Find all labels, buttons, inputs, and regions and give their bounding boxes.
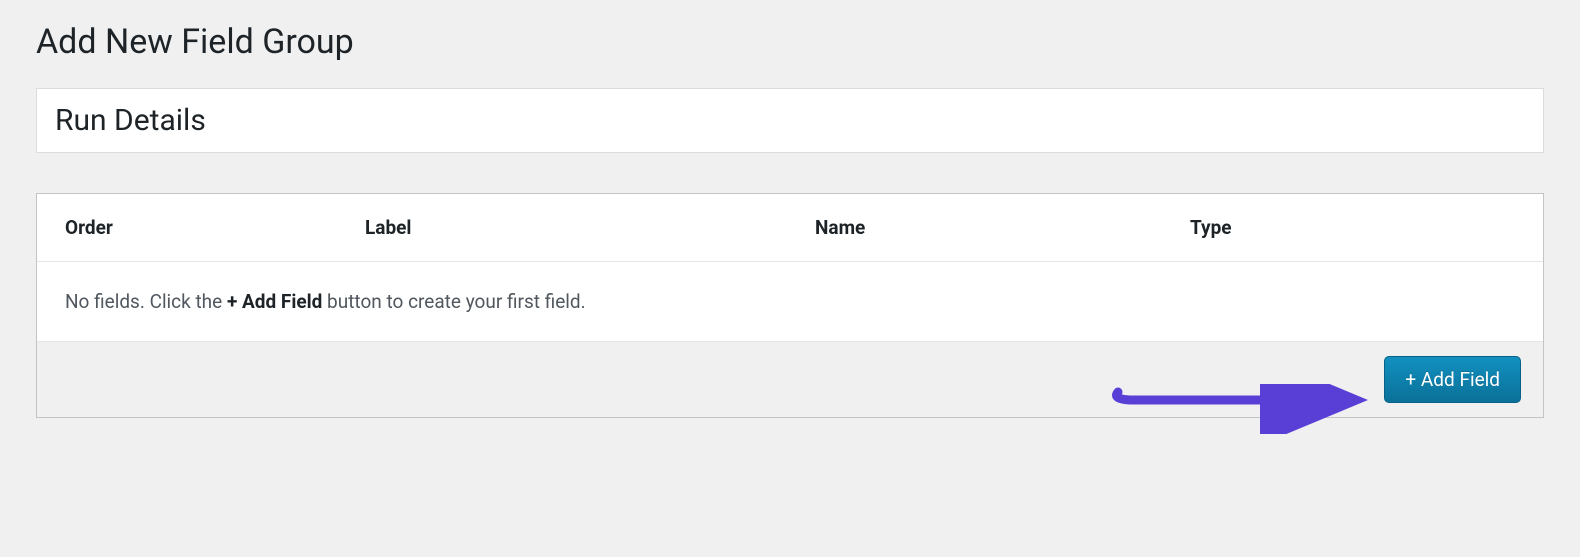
- empty-bold: + Add Field: [227, 290, 322, 313]
- column-header-type: Type: [1190, 216, 1515, 239]
- page-wrap: Add New Field Group Order Label Name Typ…: [0, 0, 1580, 458]
- field-group-title-input[interactable]: [36, 88, 1544, 153]
- column-header-label: Label: [365, 216, 815, 239]
- fields-box: Order Label Name Type No fields. Click t…: [36, 193, 1544, 418]
- arrow-annotation-icon: [1110, 384, 1370, 434]
- add-field-button[interactable]: + Add Field: [1384, 356, 1521, 403]
- empty-prefix: No fields. Click the: [65, 290, 227, 313]
- page-title: Add New Field Group: [36, 20, 1544, 64]
- title-input-container: [36, 88, 1544, 153]
- empty-fields-message: No fields. Click the + Add Field button …: [37, 262, 1543, 342]
- column-header-order: Order: [65, 216, 365, 239]
- fields-footer: + Add Field: [37, 342, 1543, 417]
- empty-suffix: button to create your first field.: [322, 290, 585, 313]
- column-header-name: Name: [815, 216, 1190, 239]
- fields-header: Order Label Name Type: [37, 194, 1543, 262]
